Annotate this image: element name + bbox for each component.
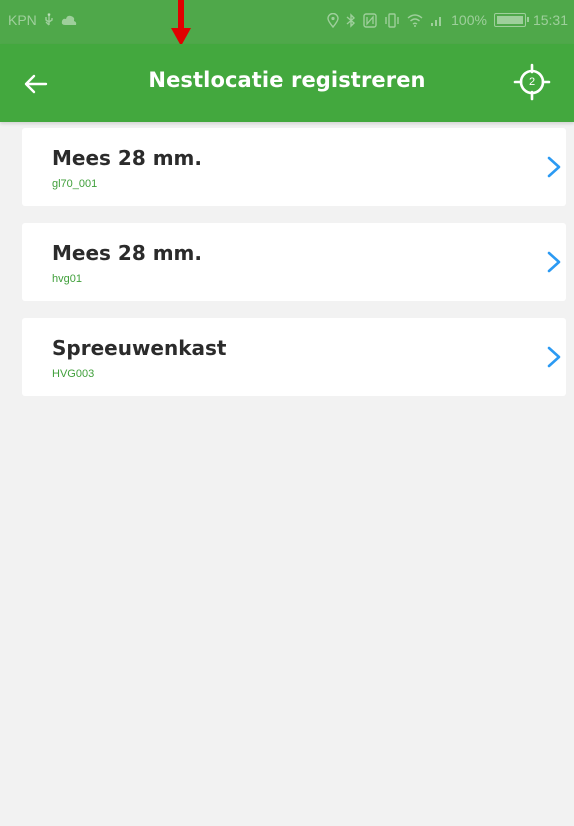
list-item-title: Mees 28 mm. [52,241,202,265]
clock: 15:31 [532,12,568,28]
list-item-code: HVG003 [52,368,95,380]
app-bar: Nestlocatie registreren 2 [0,44,574,122]
status-bar: KPN 100% 15:31 [0,0,574,46]
chevron-right-icon [547,156,561,178]
list-item[interactable]: Mees 28 mm. gl70_001 [22,128,566,206]
list-item-title: Spreeuwenkast [52,336,227,360]
usb-icon [45,13,53,26]
nest-location-list: Mees 28 mm. gl70_001 Mees 28 mm. hvg01 S… [22,128,566,413]
cloud-icon [61,15,77,25]
status-right: 100% 15:31 [327,12,568,28]
battery-percent: 100% [451,12,487,28]
chevron-right-icon [547,251,561,273]
list-item-title: Mees 28 mm. [52,146,202,170]
signal-icon [431,17,442,26]
annotation-arrow-icon [171,0,191,46]
location-icon [327,12,339,28]
vibrate-icon [385,12,399,28]
page-title: Nestlocatie registreren [148,68,426,92]
carrier-label: KPN [8,12,37,28]
bluetooth-icon [346,12,356,28]
list-item-code: gl70_001 [52,178,98,190]
list-item-code: hvg01 [52,273,82,285]
status-left: KPN [8,12,77,28]
locate-button[interactable]: 2 [512,60,552,104]
list-item[interactable]: Spreeuwenkast HVG003 [22,318,566,396]
chevron-right-icon [547,346,561,368]
battery-icon [493,13,529,27]
wifi-icon [407,14,423,27]
list-item[interactable]: Mees 28 mm. hvg01 [22,223,566,301]
nfc-icon [363,12,377,28]
locate-count-badge: 2 [528,76,536,88]
